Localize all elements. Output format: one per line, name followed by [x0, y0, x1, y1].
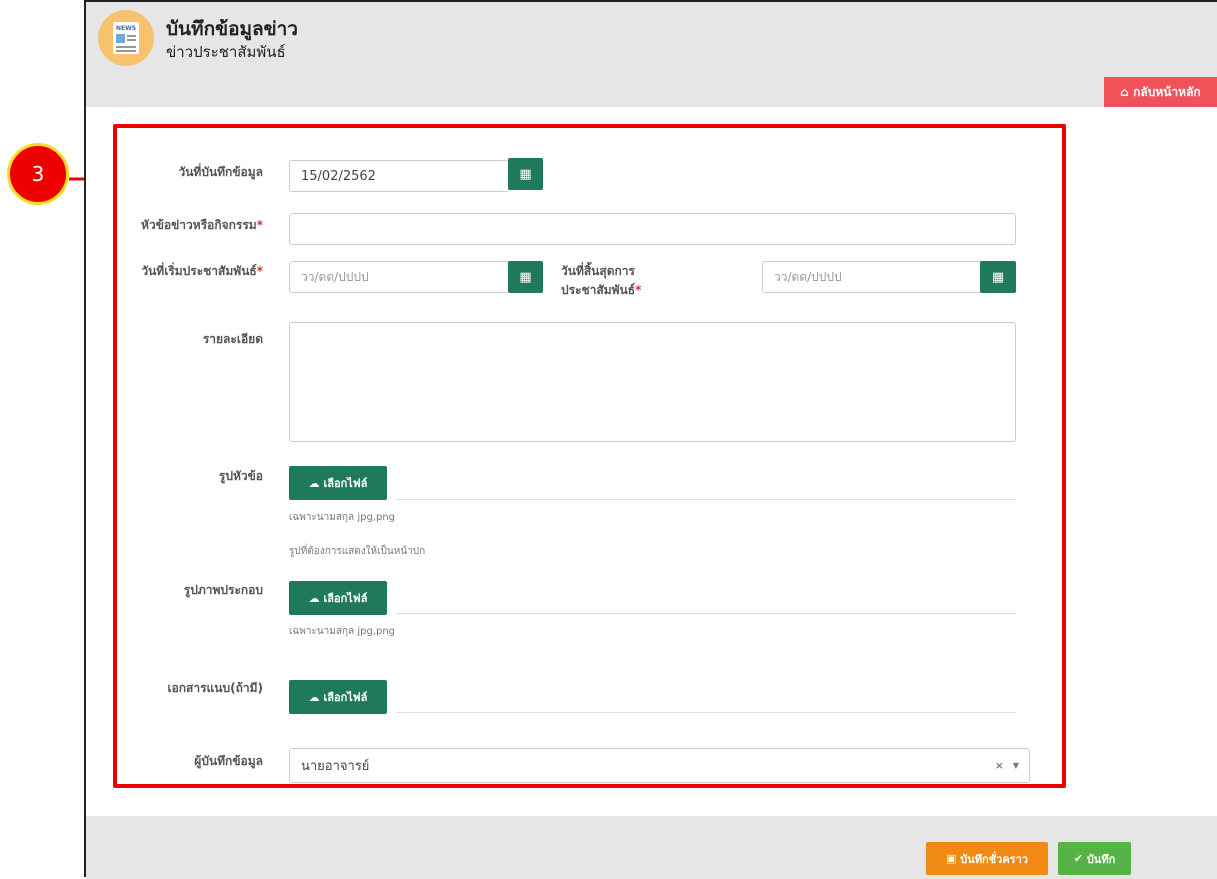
choose-file-label: เลือกไฟล์ [323, 691, 368, 704]
back-home-label: กลับหน้าหลัก [1133, 85, 1201, 99]
detail-label: รายละเอียด [202, 332, 263, 346]
headline-label: หัวข้อข่าวหรือกิจกรรม* [112, 216, 263, 235]
home-icon: ⌂ [1120, 85, 1129, 99]
choose-file-label: เลือกไฟล์ [323, 592, 368, 605]
cloud-upload-icon: ☁ [308, 690, 324, 704]
cover-image-choose-file-button[interactable]: ☁ เลือกไฟล์ [289, 466, 387, 500]
recorder-label: ผู้บันทึกข้อมูล [194, 754, 263, 768]
pr-end-date-calendar-button[interactable]: ▦ [980, 261, 1016, 293]
step-number: 3 [31, 162, 45, 186]
record-date-input[interactable]: 15/02/2562 [289, 160, 509, 192]
save-draft-label: บันทึกชั่วคราว [960, 852, 1028, 866]
pr-end-date-label-line2: ประชาสัมพันธ์ [561, 283, 636, 297]
illustration-filename-line [396, 613, 1016, 614]
app-window: NEWS บันทึกข้อมูลข่าว ข่าวประชาสัมพันธ์ … [84, 0, 1217, 879]
illustration-label: รูปภาพประกอบ [183, 583, 263, 597]
attachment-label: เอกสารแนบ(ถ้ามี) [167, 681, 263, 695]
choose-file-label: เลือกไฟล์ [323, 477, 368, 490]
attachment-choose-file-button[interactable]: ☁ เลือกไฟล์ [289, 680, 387, 714]
clear-selection-icon[interactable]: × [995, 759, 1004, 772]
record-date-calendar-button[interactable]: ▦ [508, 158, 543, 190]
calendar-icon: ▦ [519, 166, 532, 182]
page-header: NEWS บันทึกข้อมูลข่าว ข่าวประชาสัมพันธ์ … [86, 2, 1217, 107]
pr-start-date-input[interactable]: วว/ดด/ปปปป [289, 261, 509, 293]
pr-end-date-label: วันที่สิ้นสุดการ ประชาสัมพันธ์* [561, 262, 641, 300]
save-draft-button[interactable]: ▣ บันทึกชั่วคราว [926, 842, 1048, 875]
pr-start-date-calendar-button[interactable]: ▦ [508, 261, 543, 293]
required-mark: * [635, 283, 642, 297]
headline-input[interactable] [289, 213, 1016, 245]
step-number-badge: 3 [7, 143, 69, 205]
pr-end-date-input[interactable]: วว/ดด/ปปปป [762, 261, 982, 293]
illustration-choose-file-button[interactable]: ☁ เลือกไฟล์ [289, 581, 387, 615]
cloud-upload-icon: ☁ [308, 476, 324, 490]
newspaper-icon: NEWS [98, 10, 154, 66]
pr-start-date-label: วันที่เริ่มประชาสัมพันธ์* [112, 262, 263, 281]
cloud-upload-icon: ☁ [308, 591, 324, 605]
cover-image-hint-ext: เฉพาะนามสกุล jpg,png [289, 512, 396, 523]
required-mark: * [256, 218, 263, 232]
recorder-select[interactable]: นายอาจารย์ × ▼ [289, 748, 1030, 783]
page-subtitle: ข่าวประชาสัมพันธ์ [166, 43, 286, 61]
check-icon: ✔ [1073, 852, 1087, 865]
save-label: บันทึก [1086, 852, 1116, 866]
required-mark: * [256, 264, 263, 278]
pr-end-date-label-line2-wrap: ประชาสัมพันธ์* [561, 281, 641, 300]
attachment-filename-line [396, 712, 1016, 713]
calendar-icon: ▦ [519, 269, 532, 285]
record-date-label: วันที่บันทึกข้อมูล [178, 165, 263, 179]
cover-image-hint-usage: รูปที่ต้องการแสดงให้เป็นหน้าปก [289, 546, 426, 557]
news-icon-text: NEWS [115, 25, 137, 32]
pr-start-date-label-text: วันที่เริ่มประชาสัมพันธ์ [141, 264, 257, 278]
calendar-icon: ▦ [991, 269, 1005, 285]
save-button[interactable]: ✔ บันทึก [1058, 842, 1131, 875]
detail-textarea[interactable] [289, 322, 1016, 442]
floppy-disk-icon: ▣ [946, 852, 961, 865]
cover-image-filename-line [396, 499, 1016, 500]
chevron-down-icon[interactable]: ▼ [1013, 761, 1019, 770]
headline-label-text: หัวข้อข่าวหรือกิจกรรม [141, 218, 257, 232]
news-form-panel: วันที่บันทึกข้อมูล 15/02/2562 ▦ หัวข้อข่… [113, 124, 1066, 788]
recorder-selected-value: นายอาจารย์ [301, 759, 370, 774]
back-home-button[interactable]: ⌂ กลับหน้าหลัก [1104, 77, 1217, 107]
illustration-hint-ext: เฉพาะนามสกุล jpg,png [289, 626, 396, 637]
cover-image-label: รูปหัวข้อ [218, 469, 263, 483]
pr-end-date-label-line1: วันที่สิ้นสุดการ [561, 264, 635, 278]
